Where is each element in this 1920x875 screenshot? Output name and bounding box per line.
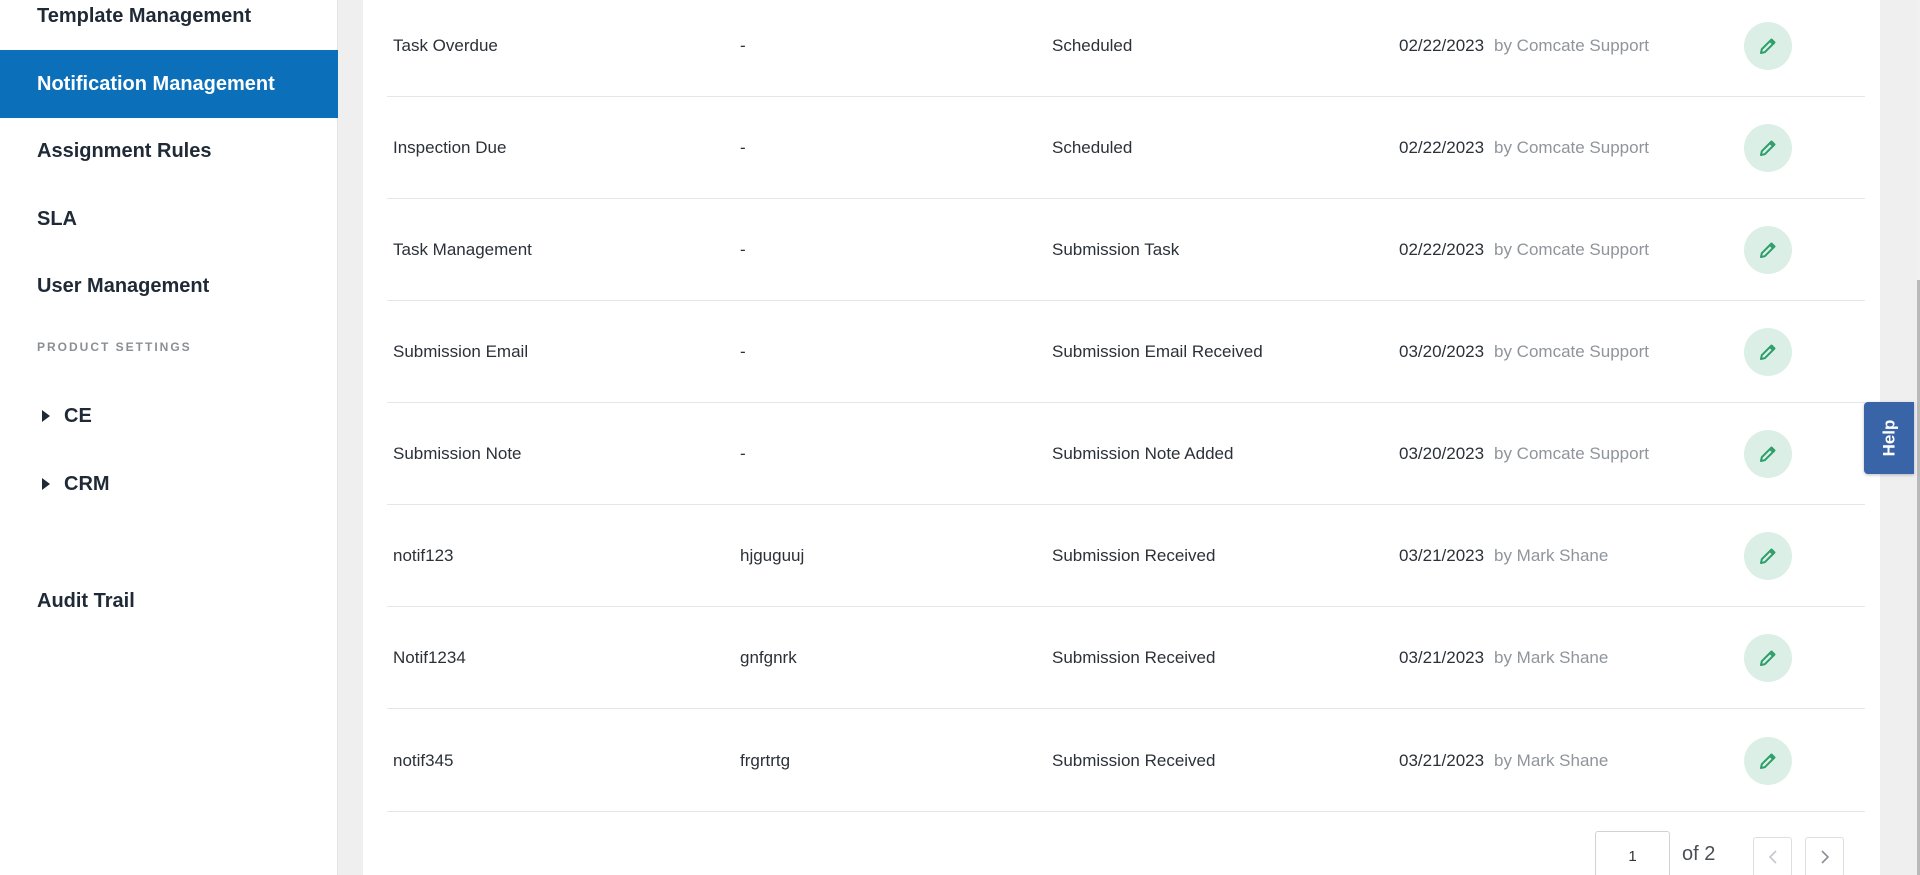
- notification-trigger: Submission Note Added: [1052, 444, 1234, 463]
- modified-date: 03/20/2023: [1399, 342, 1485, 361]
- table-row: notif345 frgrtrtg Submission Received 03…: [387, 710, 1865, 812]
- modified-by: by Mark Shane: [1494, 751, 1609, 770]
- modified-date: 02/22/2023: [1399, 36, 1485, 55]
- pencil-icon: [1760, 548, 1776, 564]
- caret-right-icon: [42, 410, 50, 422]
- notification-name: Task Management: [393, 240, 532, 259]
- sidebar-item-label: Assignment Rules: [37, 139, 212, 162]
- edit-button[interactable]: [1744, 22, 1792, 70]
- modified-date: 02/22/2023: [1399, 138, 1485, 157]
- next-page-button[interactable]: [1805, 837, 1844, 875]
- sidebar-group-crm[interactable]: CRM: [42, 466, 110, 502]
- edit-button[interactable]: [1744, 532, 1792, 580]
- notification-name: notif123: [393, 546, 454, 565]
- page-total-label: of 2: [1682, 843, 1716, 865]
- pencil-icon: [1760, 140, 1776, 156]
- modified-by: by Mark Shane: [1494, 648, 1609, 667]
- modified-by: by Comcate Support: [1494, 342, 1649, 361]
- edit-button[interactable]: [1744, 328, 1792, 376]
- table-row: Task Management - Submission Task 02/22/…: [387, 199, 1865, 301]
- sidebar-item-template-management[interactable]: Template Management: [0, 0, 338, 50]
- modified-date: 03/21/2023: [1399, 648, 1485, 667]
- edit-button[interactable]: [1744, 226, 1792, 274]
- notification-description: -: [740, 138, 746, 157]
- sidebar-group-ce[interactable]: CE: [42, 398, 92, 434]
- table-row: Task Overdue - Scheduled 02/22/2023 by C…: [387, 0, 1865, 97]
- table-row: Notif1234 gnfgnrk Submission Received 03…: [387, 607, 1865, 709]
- modified-by: by Comcate Support: [1494, 138, 1649, 157]
- table-row: Inspection Due - Scheduled 02/22/2023 by…: [387, 97, 1865, 199]
- notification-trigger: Submission Task: [1052, 240, 1180, 259]
- modified-date: 03/21/2023: [1399, 751, 1485, 770]
- sidebar-item-label: Notification Management: [37, 72, 275, 95]
- notification-name: notif345: [393, 751, 454, 770]
- chevron-right-icon: [1820, 850, 1829, 864]
- sidebar-group-label: CRM: [64, 472, 110, 495]
- sidebar-item-label: User Management: [37, 274, 210, 297]
- notification-description: -: [740, 342, 746, 361]
- modified-date: 03/21/2023: [1399, 546, 1485, 565]
- notification-description: -: [740, 240, 746, 259]
- notification-trigger: Submission Received: [1052, 546, 1216, 565]
- sidebar-item-user-management[interactable]: User Management: [0, 252, 338, 320]
- notification-name: Submission Email: [393, 342, 529, 361]
- sidebar: Template Management Notification Managem…: [0, 0, 338, 875]
- pencil-icon: [1760, 650, 1776, 666]
- notification-name: Task Overdue: [393, 36, 498, 55]
- help-button[interactable]: Help: [1864, 402, 1914, 474]
- notification-description: -: [740, 444, 746, 463]
- sidebar-group-label: CE: [64, 404, 92, 427]
- notification-trigger: Submission Email Received: [1052, 342, 1263, 361]
- page-number-input[interactable]: [1595, 831, 1670, 875]
- sidebar-item-label: Audit Trail: [37, 589, 135, 612]
- table-row: notif123 hjguguuj Submission Received 03…: [387, 505, 1865, 607]
- sidebar-item-assignment-rules[interactable]: Assignment Rules: [0, 117, 338, 185]
- notification-name: Inspection Due: [393, 138, 507, 157]
- modified-by: by Mark Shane: [1494, 546, 1609, 565]
- sidebar-item-label: Template Management: [37, 4, 252, 27]
- notification-description: gnfgnrk: [740, 648, 797, 667]
- pencil-icon: [1760, 38, 1776, 54]
- pencil-icon: [1760, 242, 1776, 258]
- sidebar-item-audit-trail[interactable]: Audit Trail: [0, 567, 338, 635]
- edit-button[interactable]: [1744, 430, 1792, 478]
- modified-by: by Comcate Support: [1494, 36, 1649, 55]
- modified-date: 03/20/2023: [1399, 444, 1485, 463]
- edit-button[interactable]: [1744, 634, 1792, 682]
- modified-by: by Comcate Support: [1494, 240, 1649, 259]
- modified-date: 02/22/2023: [1399, 240, 1485, 259]
- section-label-product-settings: PRODUCT SETTINGS: [37, 340, 192, 354]
- notification-trigger: Scheduled: [1052, 138, 1133, 157]
- pencil-icon: [1760, 446, 1776, 462]
- notification-trigger: Scheduled: [1052, 36, 1133, 55]
- pencil-icon: [1760, 344, 1776, 360]
- notification-description: -: [740, 36, 746, 55]
- sidebar-item-sla[interactable]: SLA: [0, 185, 338, 253]
- notification-name: Notif1234: [393, 648, 466, 667]
- chevron-left-icon: [1768, 850, 1777, 864]
- prev-page-button[interactable]: [1753, 837, 1792, 875]
- table-row: Submission Email - Submission Email Rece…: [387, 301, 1865, 403]
- notification-list-panel: Task Overdue - Scheduled 02/22/2023 by C…: [363, 0, 1880, 875]
- notification-name: Submission Note: [393, 444, 522, 463]
- sidebar-item-notification-management[interactable]: Notification Management: [0, 50, 338, 118]
- notification-description: frgrtrtg: [740, 751, 791, 770]
- table-row: Submission Note - Submission Note Added …: [387, 403, 1865, 505]
- edit-button[interactable]: [1744, 737, 1792, 785]
- caret-right-icon: [42, 478, 50, 490]
- pencil-icon: [1760, 753, 1776, 769]
- notification-trigger: Submission Received: [1052, 751, 1216, 770]
- sidebar-item-label: SLA: [37, 207, 77, 230]
- notification-description: hjguguuj: [740, 546, 805, 565]
- modified-by: by Comcate Support: [1494, 444, 1649, 463]
- edit-button[interactable]: [1744, 124, 1792, 172]
- help-label: Help: [1879, 419, 1898, 457]
- notification-trigger: Submission Received: [1052, 648, 1216, 667]
